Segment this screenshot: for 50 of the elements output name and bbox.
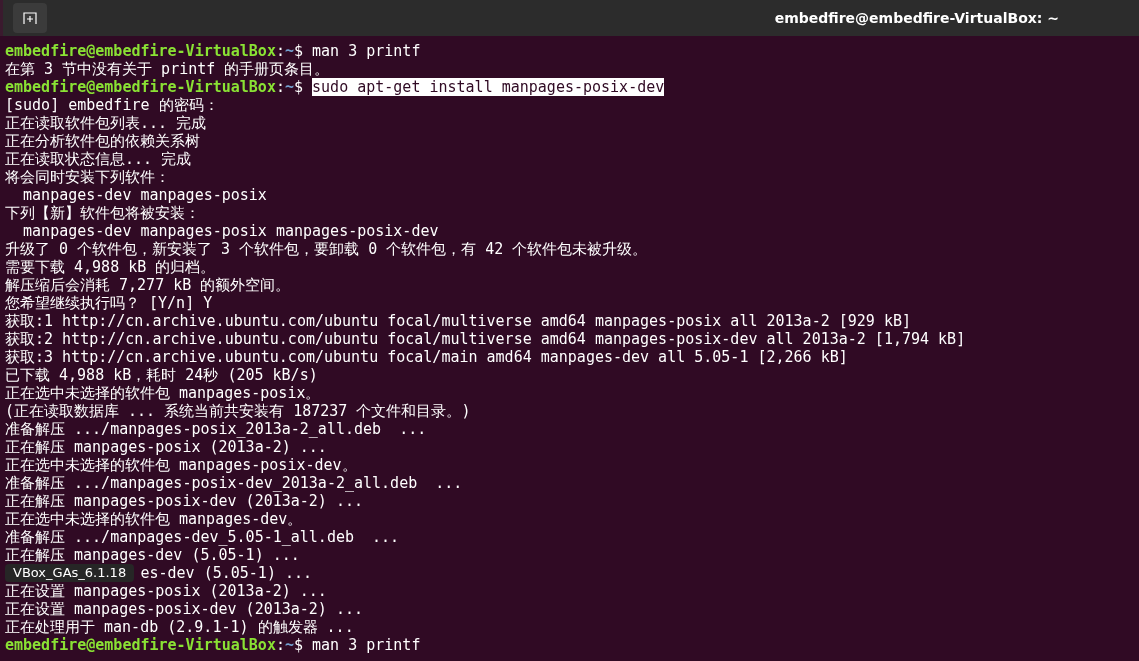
output-line: 获取:3 http://cn.archive.ubuntu.com/ubuntu focal/main amd64 manpages-dev all 5.05-1 [2,266 kB] <box>5 348 848 366</box>
new-tab-button[interactable] <box>13 3 47 33</box>
output-line: 已下载 4,988 kB，耗时 24秒 (205 kB/s) <box>5 366 318 384</box>
output-line: 正在解压 manpages-posix-dev (2013a-2) ... <box>5 492 363 510</box>
output-line: 正在读取软件包列表... 完成 <box>5 114 207 132</box>
output-line: 准备解压 .../manpages-posix-dev_2013a-2_all.deb ... <box>5 474 463 492</box>
output-line: 将会同时安装下列软件： <box>5 168 170 186</box>
prompt-sign: $ <box>294 42 304 60</box>
prompt-path: ~ <box>284 636 294 654</box>
output-line: 下列【新】软件包将被安装： <box>5 204 200 222</box>
prompt-user-host: embedfire@embedfire-VirtualBox <box>5 636 276 654</box>
prompt-colon: : <box>275 78 285 96</box>
output-line: 正在分析软件包的依赖关系树 <box>5 132 200 150</box>
output-line: 在第 3 节中没有关于 printf 的手册页条目。 <box>5 60 330 78</box>
output-line: 正在选中未选择的软件包 manpages-dev。 <box>5 510 303 528</box>
tooltip: VBox_GAs_6.1.18 <box>5 564 135 582</box>
output-line: 准备解压 .../manpages-dev_5.05-1_all.deb ... <box>5 528 400 546</box>
output-line: 需要下载 4,988 kB 的归档。 <box>5 258 216 276</box>
new-tab-icon <box>23 12 37 24</box>
output-line: [sudo] embedfire 的密码： <box>5 96 219 114</box>
output-line: manpages-dev manpages-posix <box>22 186 267 204</box>
window-title: embedfire@embedfire-VirtualBox: ~ <box>774 10 1059 26</box>
output-line: 正在设置 manpages-posix-dev (2013a-2) ... <box>5 600 363 618</box>
output-line: manpages-dev manpages-posix manpages-posix-dev <box>22 222 439 240</box>
command-text: man 3 printf <box>312 42 421 60</box>
output-line: es-dev (5.05-1) ... <box>140 564 313 582</box>
prompt-colon: : <box>275 636 285 654</box>
prompt-user-host: embedfire@embedfire-VirtualBox <box>5 78 276 96</box>
output-line: 解压缩后会消耗 7,277 kB 的额外空间。 <box>5 276 291 294</box>
prompt-user-host: embedfire@embedfire-VirtualBox <box>5 42 276 60</box>
output-line: 正在处理用于 man-db (2.9.1-1) 的触发器 ... <box>5 618 354 636</box>
output-line: 正在设置 manpages-posix (2013a-2) ... <box>5 582 327 600</box>
output-line: 正在选中未选择的软件包 manpages-posix-dev。 <box>5 456 357 474</box>
command-text: man 3 printf <box>312 636 421 654</box>
output-line: (正在读取数据库 ... 系统当前共安装有 187237 个文件和目录。) <box>5 402 471 420</box>
output-line: 获取:1 http://cn.archive.ubuntu.com/ubuntu focal/multiverse amd64 manpages-posix all 2013a-2 [929 kB] <box>5 312 911 330</box>
output-line: 正在解压 manpages-posix (2013a-2) ... <box>5 438 327 456</box>
prompt-colon: : <box>275 42 285 60</box>
command-text: sudo apt-get install manpages-posix-dev <box>312 78 665 96</box>
output-line: 正在选中未选择的软件包 manpages-posix。 <box>5 384 321 402</box>
prompt-path: ~ <box>284 78 294 96</box>
output-line: 正在解压 manpages-dev (5.05-1) ... <box>5 546 300 564</box>
prompt-sign: $ <box>294 636 304 654</box>
output-line: 升级了 0 个软件包，新安装了 3 个软件包，要卸载 0 个软件包，有 42 个软件包未被升级。 <box>5 240 648 258</box>
prompt-sign: $ <box>294 78 304 96</box>
output-line: 获取:2 http://cn.archive.ubuntu.com/ubuntu focal/multiverse amd64 manpages-posix-dev all 2013a-2 [1,794 kB] <box>5 330 966 348</box>
prompt-path: ~ <box>284 42 294 60</box>
output-line: 准备解压 .../manpages-posix_2013a-2_all.deb ... <box>5 420 427 438</box>
output-line: 正在读取状态信息... 完成 <box>5 150 192 168</box>
output-line: 您希望继续执行吗？ [Y/n] Y <box>5 294 213 312</box>
